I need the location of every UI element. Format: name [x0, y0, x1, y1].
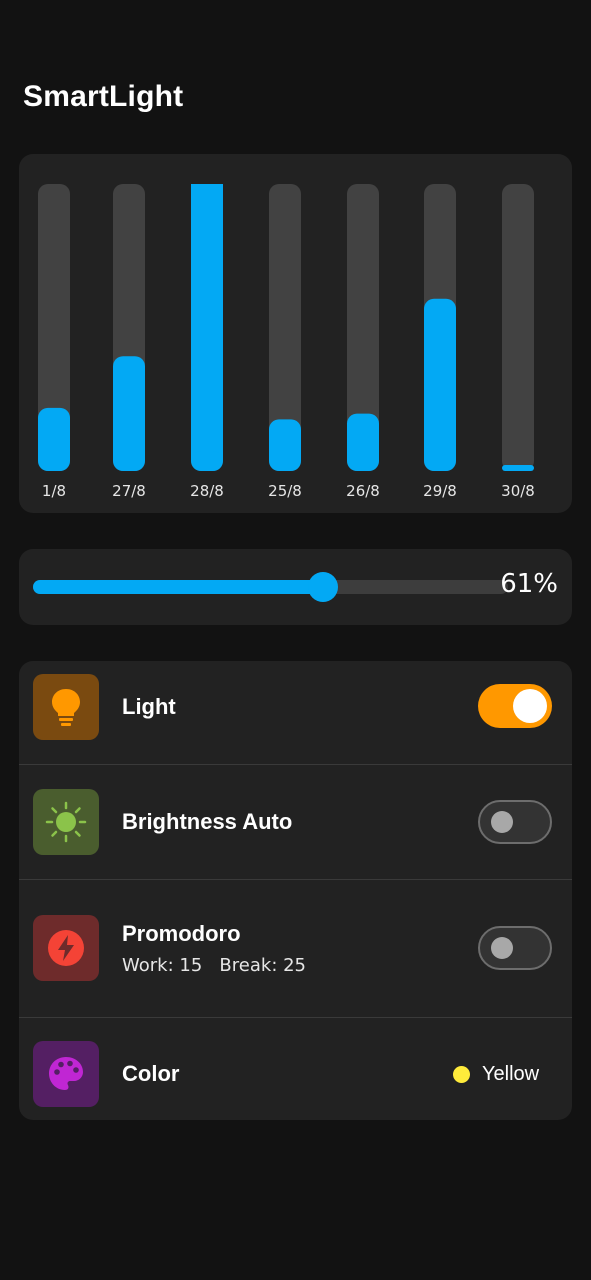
promodoro-toggle[interactable] [478, 926, 552, 970]
palette-icon [49, 1057, 83, 1090]
bar-27/8 [113, 356, 145, 471]
brightness-slider[interactable] [33, 572, 508, 602]
sun-icon [45, 801, 87, 843]
lightning-icon [48, 930, 84, 966]
bar-29/8 [424, 298, 456, 471]
tick-label: 27/8 [112, 482, 146, 500]
color-label: Color [122, 1061, 180, 1086]
promodoro-icon-tile [33, 915, 99, 981]
promodoro-row[interactable]: Promodoro Work: 15 Break: 25 [19, 880, 572, 1017]
tick-label: 25/8 [268, 482, 302, 500]
light-icon-tile [33, 674, 99, 740]
promodoro-subtitle: Work: 15 Break: 25 [122, 955, 307, 976]
settings-list: Light Brightness Auto Promodoro Work: 15… [19, 661, 572, 1120]
app-title: SmartLight [23, 80, 184, 113]
brightness-slider-card: 61% [19, 549, 572, 625]
usage-bar-chart: 1/8 27/8 28/8 25/8 26/8 29/8 30/8 [38, 184, 535, 500]
brightness-auto-toggle-knob [491, 811, 513, 833]
bar-26/8 [347, 413, 379, 471]
brightness-slider-fill [33, 580, 323, 594]
color-icon-tile [33, 1041, 99, 1107]
light-label: Light [122, 694, 176, 719]
promodoro-toggle-knob [491, 937, 513, 959]
bar-cap-28/8 [191, 451, 223, 471]
tick-label: 30/8 [501, 482, 535, 500]
brightness-auto-row[interactable]: Brightness Auto [19, 765, 572, 879]
brightness-slider-thumb[interactable] [307, 572, 338, 602]
brightness-auto-toggle[interactable] [478, 800, 552, 844]
tick-label: 1/8 [42, 482, 66, 500]
light-toggle-knob [513, 689, 547, 723]
brightness-value: 61% [500, 569, 558, 599]
brightness-auto-label: Brightness Auto [122, 809, 293, 834]
color-row[interactable]: Color Yellow [19, 1018, 572, 1120]
tick-label: 29/8 [423, 482, 457, 500]
bar-28/8 [191, 184, 223, 461]
auto-icon-tile [33, 789, 99, 855]
lightbulb-icon [52, 689, 80, 726]
promodoro-label: Promodoro [122, 921, 241, 946]
tick-label: 28/8 [190, 482, 224, 500]
tick-label: 26/8 [346, 482, 380, 500]
bar-30/8 [502, 465, 534, 471]
bar-1/8 [38, 407, 70, 471]
light-toggle[interactable] [478, 684, 552, 728]
color-swatch [453, 1066, 470, 1083]
color-value[interactable]: Yellow [482, 1063, 539, 1086]
light-row[interactable]: Light [19, 661, 572, 764]
usage-chart-card: 1/8 27/8 28/8 25/8 26/8 29/8 30/8 [19, 154, 572, 513]
bar-25/8 [269, 419, 301, 471]
bar-track [502, 184, 534, 471]
